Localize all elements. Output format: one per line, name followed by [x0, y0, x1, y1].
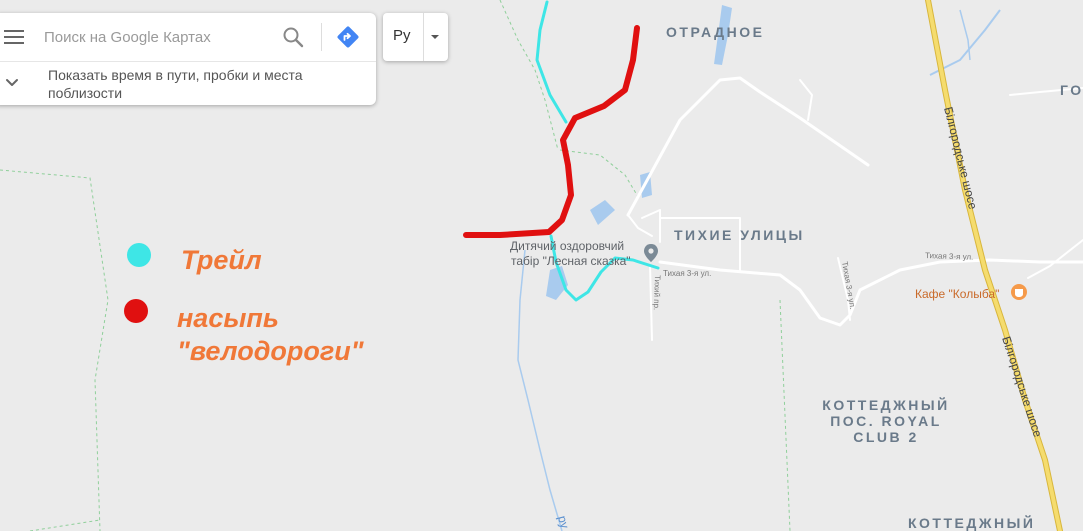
- dropdown-arrow-icon[interactable]: [430, 33, 440, 41]
- travel-info-button[interactable]: Показать время в пути, пробки и места по…: [0, 62, 376, 105]
- street-label-4: Тихий пр.: [652, 275, 662, 310]
- street-label-1: Тихая 3-я ул.: [663, 269, 711, 278]
- camp-label-line1: Дитячий оздоровчий: [510, 239, 624, 253]
- language-divider: [423, 13, 424, 61]
- place-label-cottage-royal-2: ПОС. ROYAL: [830, 413, 942, 429]
- trail-legend-dot: [127, 243, 151, 267]
- language-selector[interactable]: Ру: [383, 13, 448, 61]
- place-label-otradnoe: ОТРАДНОЕ: [666, 24, 765, 40]
- menu-icon[interactable]: [4, 28, 24, 46]
- cafe-icon[interactable]: [1011, 284, 1027, 300]
- chevron-down-icon: [6, 79, 18, 86]
- search-row: [0, 13, 376, 62]
- embankment-legend-label-2: "велодороги": [177, 336, 365, 366]
- street-label-2: Тихая 3-я ул.: [925, 251, 974, 262]
- embankment-legend-dot: [124, 299, 148, 323]
- search-input[interactable]: [44, 25, 264, 49]
- search-icon[interactable]: [282, 26, 304, 48]
- embankment-legend-label-1: насыпь: [177, 303, 279, 333]
- trail-legend-label: Трейл: [181, 245, 262, 275]
- cafe-poi[interactable]: [1011, 284, 1027, 300]
- place-label-cottage-royal-3: CLUB 2: [853, 429, 919, 445]
- search-divider: [321, 23, 322, 51]
- place-label-tikhie-ulitsy: ТИХИЕ УЛИЦЫ: [674, 227, 805, 243]
- travel-info-text: Показать время в пути, пробки и места по…: [48, 67, 303, 101]
- cafe-label: Кафе "Колыба": [915, 287, 999, 301]
- search-card: Показать время в пути, пробки и места по…: [0, 13, 376, 105]
- directions-icon[interactable]: [336, 25, 360, 49]
- place-label-cottage-bottom: КОТТЕДЖНЫЙ: [908, 514, 1035, 531]
- place-label-cottage-royal-1: КОТТЕДЖНЫЙ: [822, 396, 949, 413]
- place-label-go-partial: ГО: [1060, 82, 1083, 98]
- language-label: Ру: [393, 27, 411, 44]
- camp-label-line2: табір "Лесная сказка": [511, 254, 631, 268]
